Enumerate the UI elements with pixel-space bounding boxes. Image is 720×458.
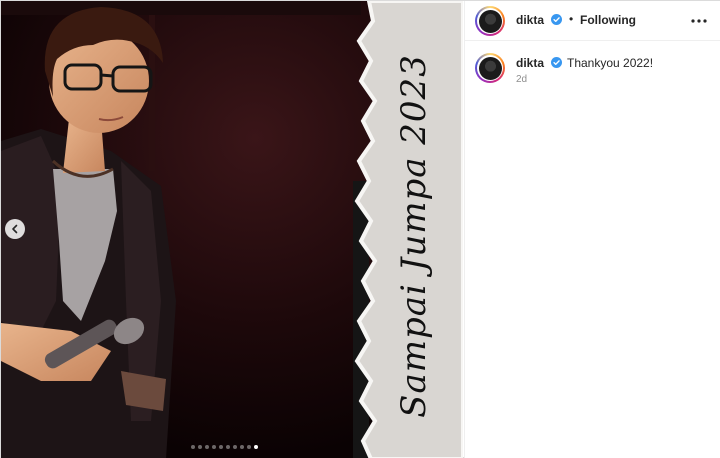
avatar-image bbox=[478, 9, 502, 33]
more-options-icon[interactable] bbox=[689, 11, 709, 31]
carousel-dot bbox=[205, 445, 209, 449]
header-username[interactable]: dikta bbox=[516, 13, 544, 27]
carousel-dot bbox=[233, 445, 237, 449]
carousel-dot bbox=[191, 445, 195, 449]
carousel-dot bbox=[212, 445, 216, 449]
caption-comment: dikta Thankyou 2022! 2d bbox=[465, 42, 720, 92]
caption-username[interactable]: dikta bbox=[516, 56, 544, 70]
carousel-dot bbox=[219, 445, 223, 449]
caption-text: Thankyou 2022! bbox=[567, 56, 654, 70]
carousel-prev-button[interactable] bbox=[5, 219, 25, 239]
header-avatar[interactable] bbox=[475, 6, 505, 36]
post-side-panel: dikta • Following dikta Thankyou 2022! 2… bbox=[464, 1, 720, 458]
post-media[interactable]: Sampai Jumpa 2023 bbox=[1, 1, 463, 458]
carousel-dot-active bbox=[254, 445, 258, 449]
carousel-dot bbox=[240, 445, 244, 449]
following-button[interactable]: Following bbox=[580, 13, 636, 27]
carousel-dot bbox=[198, 445, 202, 449]
verified-badge-icon bbox=[551, 57, 562, 68]
overlay-handwritten-text: Sampai Jumpa 2023 bbox=[394, 54, 434, 418]
post-modal: Sampai Jumpa 2023 dikta • Following dikt… bbox=[0, 0, 720, 458]
post-header: dikta • Following bbox=[465, 1, 720, 41]
carousel-dot bbox=[247, 445, 251, 449]
caption-avatar[interactable] bbox=[475, 53, 505, 83]
carousel-dot bbox=[226, 445, 230, 449]
chevron-left-icon bbox=[12, 224, 18, 234]
carousel-indicator bbox=[191, 445, 258, 449]
verified-badge-icon bbox=[551, 14, 562, 25]
caption-timestamp[interactable]: 2d bbox=[516, 74, 527, 85]
avatar-image bbox=[478, 56, 502, 80]
header-separator: • bbox=[569, 12, 574, 26]
